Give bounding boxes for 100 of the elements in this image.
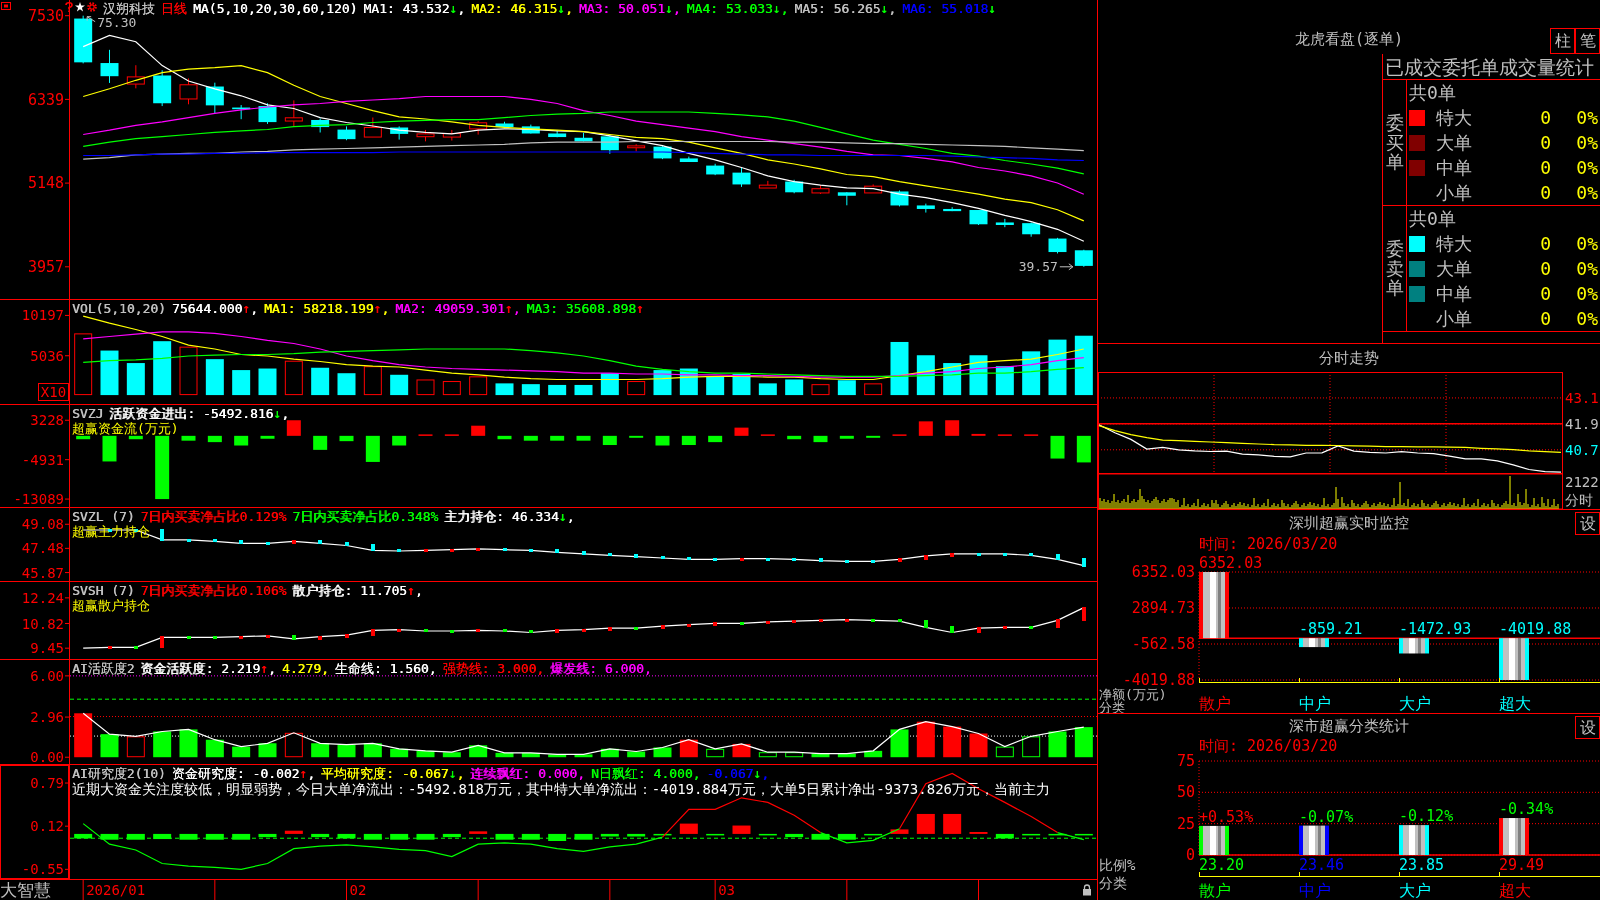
- category-label: 散户: [1199, 881, 1231, 900]
- legend-label: 7日内买卖净占比0.348%: [292, 509, 439, 524]
- legend-label: -0.067↓,: [706, 766, 770, 781]
- order-size-label: 大单: [1436, 130, 1472, 155]
- category-label: 中户: [1299, 881, 1331, 900]
- leader-arrow-icon: [1059, 263, 1074, 271]
- legend-label: 7日内买卖净占比0.129%: [140, 509, 287, 524]
- settings-button[interactable]: 设: [1575, 716, 1600, 739]
- value-label: -859.21: [1299, 620, 1363, 639]
- axis-title: 比例%: [1099, 857, 1136, 873]
- candle: [390, 125, 409, 141]
- y-axis-label: 2.96: [30, 709, 64, 726]
- value-label: 6352.03: [1199, 554, 1263, 572]
- candle: [811, 184, 830, 195]
- timestamp: 时间: 2026/03/20: [1199, 534, 1338, 554]
- square-icon[interactable]: [1, 2, 11, 10]
- change-label: -0.07%: [1299, 807, 1354, 826]
- chart-pane[interactable]: 10197 5036 X10 VOL(5,10,20) 75644.000↑, MA1: 58218.199↑, MA2: 49059.301↑, MA3: 35608.898↑: [0, 300, 1097, 405]
- help-icon[interactable]: [65, 2, 73, 12]
- legend-label: 连续飘红: 0.000,: [470, 766, 585, 781]
- value-label: -4019.88: [1499, 620, 1572, 639]
- y-axis-label: 5036: [30, 347, 64, 364]
- legend-label: MA(5,10,20,30,60,120): [193, 1, 358, 16]
- brand-label: 大智慧: [0, 880, 51, 900]
- candle: [679, 156, 698, 163]
- y-axis-label: 43.1: [1565, 389, 1599, 406]
- candle: [100, 49, 119, 84]
- value-label: -1472.93: [1399, 620, 1472, 639]
- candle: [1048, 237, 1067, 254]
- y-axis-label: -13089: [13, 491, 64, 507]
- order-percent: 0%: [1576, 283, 1598, 304]
- order-percent: 0%: [1576, 258, 1598, 279]
- change-label: +0.53%: [1199, 807, 1254, 826]
- candle: [890, 190, 909, 207]
- legend-label: SVSH (7): [72, 583, 135, 598]
- chart-mode-button[interactable]: 柱: [1550, 28, 1575, 54]
- legend-label: N日飘红: 4.000,: [591, 766, 701, 781]
- order-percent: 0%: [1576, 182, 1598, 203]
- candle: [416, 129, 435, 142]
- axis-title: 分类: [1099, 875, 1127, 891]
- y-axis-label: 6352.03: [1131, 563, 1195, 581]
- legend-label: VOL(5,10,20): [72, 301, 166, 316]
- indicator-subtitle: 超赢散户持仓: [72, 598, 150, 613]
- order-size-label: 中单: [1436, 281, 1472, 306]
- change-label: -0.34%: [1499, 800, 1554, 819]
- settings-button[interactable]: 设: [1575, 512, 1600, 535]
- value-label: 29.49: [1499, 856, 1545, 874]
- y-axis-label: 47.48: [21, 540, 64, 557]
- candle: [337, 125, 356, 141]
- order-percent: 0%: [1576, 132, 1598, 153]
- price-annotation: 75.30: [97, 14, 137, 30]
- legend-label: 散户持仓: 11.705↑,: [292, 583, 423, 598]
- group-label: 委买单: [1385, 112, 1404, 173]
- value-label: 23.46: [1299, 856, 1345, 874]
- gear-icon[interactable]: [87, 2, 97, 12]
- candle: [574, 132, 593, 142]
- order-count: 0: [1540, 182, 1551, 203]
- legend-label: 75644.000↑,: [171, 301, 259, 316]
- legend-label: MA5: 56.265↓,: [794, 1, 897, 16]
- legend-label: MA2: 46.315↓,: [471, 1, 573, 16]
- y-axis-label: -562.58: [1131, 635, 1195, 653]
- leader-arrow-icon: [86, 16, 96, 23]
- legend-label: 主力持仓: 46.334↓,: [444, 509, 575, 524]
- star-icon[interactable]: [75, 2, 85, 12]
- lock-icon[interactable]: [1083, 884, 1091, 896]
- chart-pane[interactable]: 3228 -4931 -13089 SVZJ 活跃资金进出: -5492.816↓, 超赢资金流(万元): [0, 405, 1097, 508]
- chart-pane[interactable]: 6.00 2.96 0.00 AI活跃度2 资金活跃度: 2.219↑, 4.279, 生命线: 1.560, 强势线: 3.000, 爆发线: 6.000,: [0, 660, 1097, 765]
- chart-pane[interactable]: 7530 6339 5148 3957 75.30 39.57 汉朔科技 日线 MA(5,10,20,30,60,120) MA1: 43.532↓, MA2: 46.315↓, MA3: 50.051↓, MA4: 53.033↓, MA5: 56.265↓, MA6: 55.018↓: [0, 0, 1097, 300]
- candle: [258, 102, 277, 125]
- table-title: 已成交委托单成交量统计: [1383, 54, 1600, 80]
- y-axis-label: 41.9: [1565, 415, 1599, 432]
- legend-label: 日线: [161, 1, 187, 16]
- legend-label: 平均研究度: -0.067↓,: [321, 766, 465, 781]
- candle: [363, 117, 382, 138]
- candle: [706, 163, 725, 176]
- legend-label: SVZL (7): [72, 509, 135, 524]
- candle: [1022, 221, 1041, 238]
- legend-label: MA2: 49059.301↑,: [395, 301, 521, 316]
- order-total: 共0单: [1409, 206, 1456, 231]
- category-label: 大户: [1399, 881, 1431, 900]
- axis-label: 分时: [1565, 492, 1593, 508]
- order-percent: 0%: [1576, 157, 1598, 178]
- legend-label: 汉朔科技: [103, 1, 155, 16]
- y-axis-label: -0.55: [21, 861, 64, 878]
- chart-mode-button[interactable]: 笔: [1575, 28, 1600, 54]
- legend-label: AI活跃度2: [72, 661, 135, 676]
- order-percent: 0%: [1576, 308, 1598, 329]
- candle: [232, 104, 251, 120]
- y-axis-label: 0: [1185, 846, 1195, 864]
- axis-title: 净额(万元): [1099, 687, 1167, 702]
- candle: [1074, 249, 1093, 268]
- price-annotation: 39.57: [1018, 258, 1058, 274]
- candle: [943, 206, 962, 212]
- chart-pane[interactable]: 12.24 10.82 9.45 SVSH (7) 7日内买卖净占比0.106% 散户持仓: 11.705↑, 超赢散户持仓: [0, 582, 1097, 660]
- y-axis-label: 6.00: [30, 667, 64, 684]
- y-axis-label: 5148: [27, 174, 64, 193]
- candle: [521, 124, 540, 135]
- y-axis-label: 25: [1176, 814, 1195, 833]
- legend-label: MA1: 43.532↓,: [363, 1, 466, 16]
- candle: [74, 15, 93, 64]
